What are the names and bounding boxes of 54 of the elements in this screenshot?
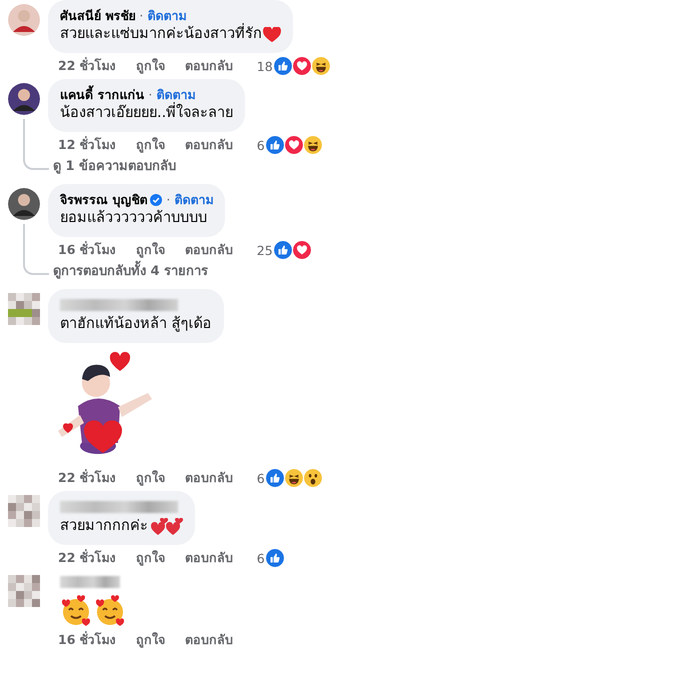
comment-text: สวยและแซ่บมากค่ะน้องสาวที่รัก (60, 24, 262, 45)
comment-text: ยอมแล้ววววววค้าบบบบ (60, 208, 207, 228)
thumbs-up-icon[interactable] (266, 469, 284, 487)
laughing-face-icon[interactable] (284, 469, 303, 487)
reaction-count[interactable]: 18 (256, 58, 273, 74)
smiling-face-icon (60, 595, 92, 627)
laughing-face-icon[interactable] (304, 136, 322, 154)
view-replies-link[interactable]: ดู 1 ข้อความตอบกลับ (53, 158, 176, 176)
reaction-count[interactable]: 6 (256, 470, 265, 486)
comment-time[interactable]: 16 ชั่วโมง (58, 240, 116, 260)
comment-time[interactable]: 22 ชั่วโมง (58, 548, 116, 568)
thumbs-up-icon[interactable] (266, 549, 284, 567)
thumbs-up-icon[interactable] (274, 241, 292, 259)
comment-time[interactable]: 12 ชั่วโมง (58, 135, 116, 155)
like-link[interactable]: ถูกใจ (136, 548, 165, 568)
separator-dot: · (166, 191, 170, 208)
reply-link[interactable]: ตอบกลับ (184, 56, 233, 76)
reply-link[interactable]: ตอบกลับ (184, 240, 233, 260)
laughing-face-icon[interactable] (312, 57, 330, 75)
reply-link[interactable]: ตอบกลับ (184, 468, 233, 488)
hearts-icon (149, 518, 183, 536)
follow-link[interactable]: ติดตาม (156, 86, 196, 103)
comment-time[interactable]: 22 ชั่วโมง (58, 468, 116, 488)
thumbs-up-icon[interactable] (266, 136, 284, 154)
commenter-name[interactable]: ศันสนีย์ พรชัย (60, 7, 136, 24)
comment-time[interactable]: 22 ชั่วโมง (58, 56, 116, 76)
surprised-face-icon[interactable] (304, 469, 322, 487)
avatar-icon[interactable] (8, 188, 40, 220)
heart-icon (263, 26, 281, 42)
thumbs-up-icon[interactable] (274, 57, 292, 75)
comment-text: น้องสาวเอ๊ยยยย..พี่ใจละลาย (60, 103, 234, 124)
avatar-icon[interactable] (8, 83, 40, 115)
reply-link[interactable]: ตอบกลับ (184, 135, 233, 155)
view-replies-link[interactable]: ดูการตอบกลับทั้ง 4 รายการ (53, 263, 208, 281)
like-link[interactable]: ถูกใจ (136, 135, 165, 155)
commenter-name[interactable]: จิรพรรณ บุญชิต (60, 191, 148, 208)
reaction-count[interactable]: 6 (256, 550, 265, 566)
follow-link[interactable]: ติดตาม (174, 191, 214, 208)
like-link[interactable]: ถูกใจ (136, 56, 165, 76)
smiling-face-icon (94, 595, 126, 627)
comment-text: สวยมากกกค่ะ (60, 517, 148, 536)
reply-link[interactable]: ตอบกลับ (184, 548, 233, 568)
reaction-count[interactable]: 6 (256, 138, 265, 152)
comment-text: ตาฮักแท้น้องหล้า สู้ๆเด้อ (60, 314, 212, 334)
commenter-name[interactable]: แคนดี้ รากแก่น (60, 86, 144, 103)
separator-dot: · (139, 7, 144, 23)
comment-time[interactable]: 16 ชั่วโมง (58, 630, 116, 650)
like-link[interactable]: ถูกใจ (136, 630, 165, 650)
like-link[interactable]: ถูกใจ (136, 468, 165, 488)
reply-link[interactable]: ตอบกลับ (184, 630, 233, 650)
separator-dot: · (148, 86, 152, 102)
like-link[interactable]: ถูกใจ (136, 240, 165, 260)
reaction-count[interactable]: 25 (256, 242, 273, 258)
follow-link[interactable]: ติดตาม (147, 7, 186, 24)
